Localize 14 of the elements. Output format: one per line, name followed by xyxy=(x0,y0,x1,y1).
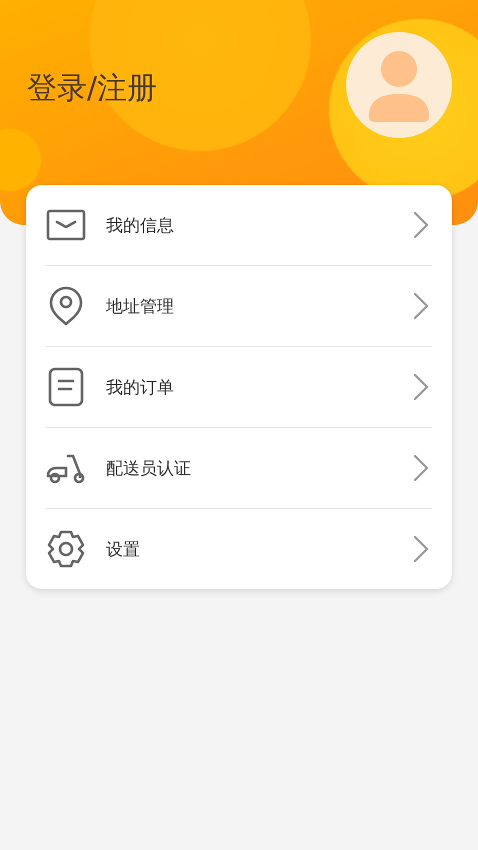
chevron-right-icon xyxy=(412,372,430,402)
menu-item[interactable]: 设置 xyxy=(106,538,412,560)
document-icon xyxy=(46,367,86,407)
avatar-icon[interactable] xyxy=(346,32,452,138)
chevron-right-icon xyxy=(412,534,430,564)
chevron-right-icon xyxy=(412,291,430,321)
menu-item[interactable]: 地址管理 xyxy=(106,294,412,318)
chevron-right-icon xyxy=(412,210,430,240)
login-register-link[interactable]: 登录/注册 xyxy=(27,68,158,109)
menu-item[interactable]: 我的订单 xyxy=(106,376,412,398)
menu-item[interactable]: 我的信息 xyxy=(106,214,412,236)
settings-icon xyxy=(46,529,86,569)
chevron-right-icon xyxy=(412,453,430,483)
menu-item[interactable]: 配送员认证 xyxy=(106,456,412,480)
